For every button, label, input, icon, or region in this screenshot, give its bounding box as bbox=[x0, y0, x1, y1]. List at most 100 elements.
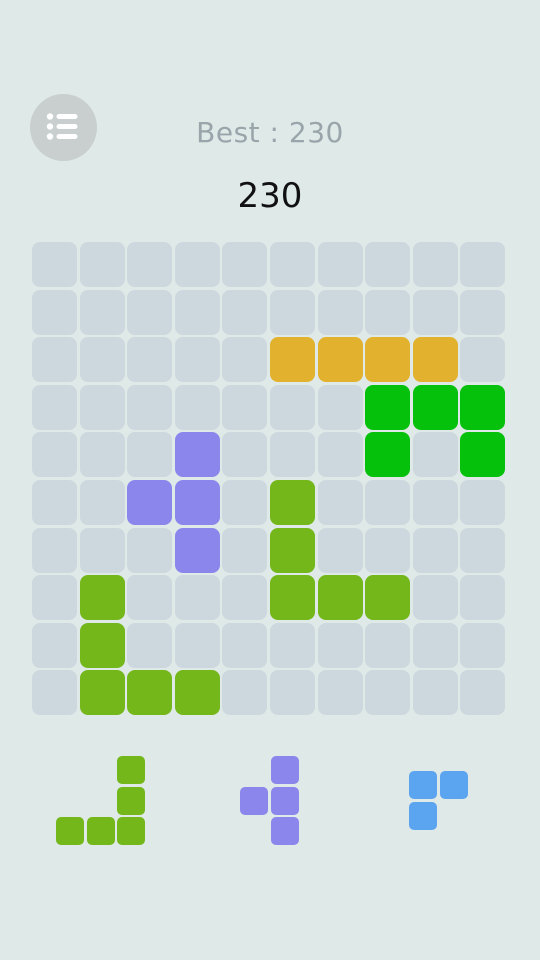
board-cell-empty[interactable] bbox=[127, 575, 173, 621]
board-cell-lime[interactable] bbox=[174, 670, 220, 716]
board-cell-purple[interactable] bbox=[174, 432, 220, 478]
board-cell-empty[interactable] bbox=[412, 289, 458, 335]
board-cell-empty[interactable] bbox=[412, 575, 458, 621]
board-cell-empty[interactable] bbox=[32, 670, 77, 716]
board-cell-empty[interactable] bbox=[174, 384, 220, 430]
board-cell-empty[interactable] bbox=[79, 432, 125, 478]
board-cell-empty[interactable] bbox=[412, 242, 458, 287]
board-cell-empty[interactable] bbox=[270, 622, 315, 668]
board-cell-empty[interactable] bbox=[460, 622, 506, 668]
board-cell-yellow[interactable] bbox=[365, 337, 411, 383]
board-cell-yellow[interactable] bbox=[317, 337, 363, 383]
board-cell-green[interactable] bbox=[460, 432, 506, 478]
board-cell-empty[interactable] bbox=[79, 527, 125, 573]
tray-piece-t-shape[interactable] bbox=[240, 756, 300, 846]
board-cell-empty[interactable] bbox=[174, 242, 220, 287]
board-cell-yellow[interactable] bbox=[412, 337, 458, 383]
board-cell-empty[interactable] bbox=[270, 289, 315, 335]
board-cell-purple[interactable] bbox=[174, 480, 220, 525]
board-cell-empty[interactable] bbox=[460, 670, 506, 716]
board-cell-empty[interactable] bbox=[79, 242, 125, 287]
board-cell-empty[interactable] bbox=[365, 622, 411, 668]
board-cell-yellow[interactable] bbox=[270, 337, 315, 383]
board-cell-empty[interactable] bbox=[412, 622, 458, 668]
board-cell-empty[interactable] bbox=[32, 527, 77, 573]
board-cell-empty[interactable] bbox=[317, 289, 363, 335]
board-cell-empty[interactable] bbox=[317, 527, 363, 573]
board-cell-green[interactable] bbox=[365, 384, 411, 430]
board-cell-empty[interactable] bbox=[460, 242, 506, 287]
board-cell-empty[interactable] bbox=[222, 622, 268, 668]
board-cell-lime[interactable] bbox=[365, 575, 411, 621]
board-cell-empty[interactable] bbox=[365, 289, 411, 335]
board-cell-empty[interactable] bbox=[317, 384, 363, 430]
board-cell-empty[interactable] bbox=[460, 289, 506, 335]
board-cell-empty[interactable] bbox=[365, 527, 411, 573]
board-cell-purple[interactable] bbox=[127, 480, 173, 525]
board-cell-empty[interactable] bbox=[460, 575, 506, 621]
board-cell-empty[interactable] bbox=[32, 432, 77, 478]
board-cell-empty[interactable] bbox=[32, 289, 77, 335]
board-cell-empty[interactable] bbox=[127, 622, 173, 668]
board-cell-purple[interactable] bbox=[174, 527, 220, 573]
board-cell-empty[interactable] bbox=[222, 289, 268, 335]
board-cell-empty[interactable] bbox=[127, 289, 173, 335]
board-cell-empty[interactable] bbox=[32, 337, 77, 383]
board-cell-lime[interactable] bbox=[79, 622, 125, 668]
board-cell-green[interactable] bbox=[460, 384, 506, 430]
board-cell-lime[interactable] bbox=[79, 575, 125, 621]
board-cell-empty[interactable] bbox=[32, 622, 77, 668]
board-cell-empty[interactable] bbox=[79, 480, 125, 525]
board-cell-empty[interactable] bbox=[460, 527, 506, 573]
board-cell-empty[interactable] bbox=[127, 242, 173, 287]
board-cell-empty[interactable] bbox=[270, 670, 315, 716]
board-cell-empty[interactable] bbox=[174, 337, 220, 383]
board-cell-empty[interactable] bbox=[79, 289, 125, 335]
board-cell-empty[interactable] bbox=[270, 432, 315, 478]
board-cell-empty[interactable] bbox=[32, 480, 77, 525]
board-cell-empty[interactable] bbox=[317, 480, 363, 525]
board-cell-lime[interactable] bbox=[270, 527, 315, 573]
board-cell-empty[interactable] bbox=[222, 242, 268, 287]
board-cell-empty[interactable] bbox=[222, 480, 268, 525]
board-cell-empty[interactable] bbox=[412, 480, 458, 525]
board-cell-empty[interactable] bbox=[32, 384, 77, 430]
tray-piece-corner[interactable] bbox=[409, 771, 469, 831]
board-cell-empty[interactable] bbox=[32, 575, 77, 621]
board-cell-empty[interactable] bbox=[174, 289, 220, 335]
board-cell-empty[interactable] bbox=[79, 384, 125, 430]
board-cell-empty[interactable] bbox=[222, 527, 268, 573]
board-cell-empty[interactable] bbox=[222, 670, 268, 716]
board-cell-empty[interactable] bbox=[460, 480, 506, 525]
board-cell-empty[interactable] bbox=[127, 432, 173, 478]
board-cell-empty[interactable] bbox=[222, 337, 268, 383]
board-cell-empty[interactable] bbox=[317, 242, 363, 287]
board-cell-empty[interactable] bbox=[127, 527, 173, 573]
board-cell-empty[interactable] bbox=[222, 575, 268, 621]
board-cell-empty[interactable] bbox=[270, 384, 315, 430]
board-cell-empty[interactable] bbox=[317, 432, 363, 478]
board-cell-empty[interactable] bbox=[317, 622, 363, 668]
board-cell-lime[interactable] bbox=[270, 480, 315, 525]
board-cell-empty[interactable] bbox=[222, 432, 268, 478]
board-cell-empty[interactable] bbox=[365, 242, 411, 287]
tray-piece-l-shape[interactable] bbox=[56, 756, 146, 846]
board-cell-empty[interactable] bbox=[365, 480, 411, 525]
board-cell-empty[interactable] bbox=[32, 242, 77, 287]
board-cell-lime[interactable] bbox=[79, 670, 125, 716]
board-cell-empty[interactable] bbox=[127, 384, 173, 430]
board-cell-empty[interactable] bbox=[174, 622, 220, 668]
board-cell-empty[interactable] bbox=[460, 337, 506, 383]
board-cell-lime[interactable] bbox=[127, 670, 173, 716]
board-cell-empty[interactable] bbox=[412, 527, 458, 573]
board-cell-empty[interactable] bbox=[365, 670, 411, 716]
board-cell-empty[interactable] bbox=[222, 384, 268, 430]
board-cell-lime[interactable] bbox=[270, 575, 315, 621]
board-cell-empty[interactable] bbox=[127, 337, 173, 383]
board-cell-green[interactable] bbox=[412, 384, 458, 430]
board-cell-empty[interactable] bbox=[270, 242, 315, 287]
game-board[interactable] bbox=[32, 242, 508, 718]
board-cell-lime[interactable] bbox=[317, 575, 363, 621]
board-cell-empty[interactable] bbox=[317, 670, 363, 716]
board-cell-empty[interactable] bbox=[412, 670, 458, 716]
